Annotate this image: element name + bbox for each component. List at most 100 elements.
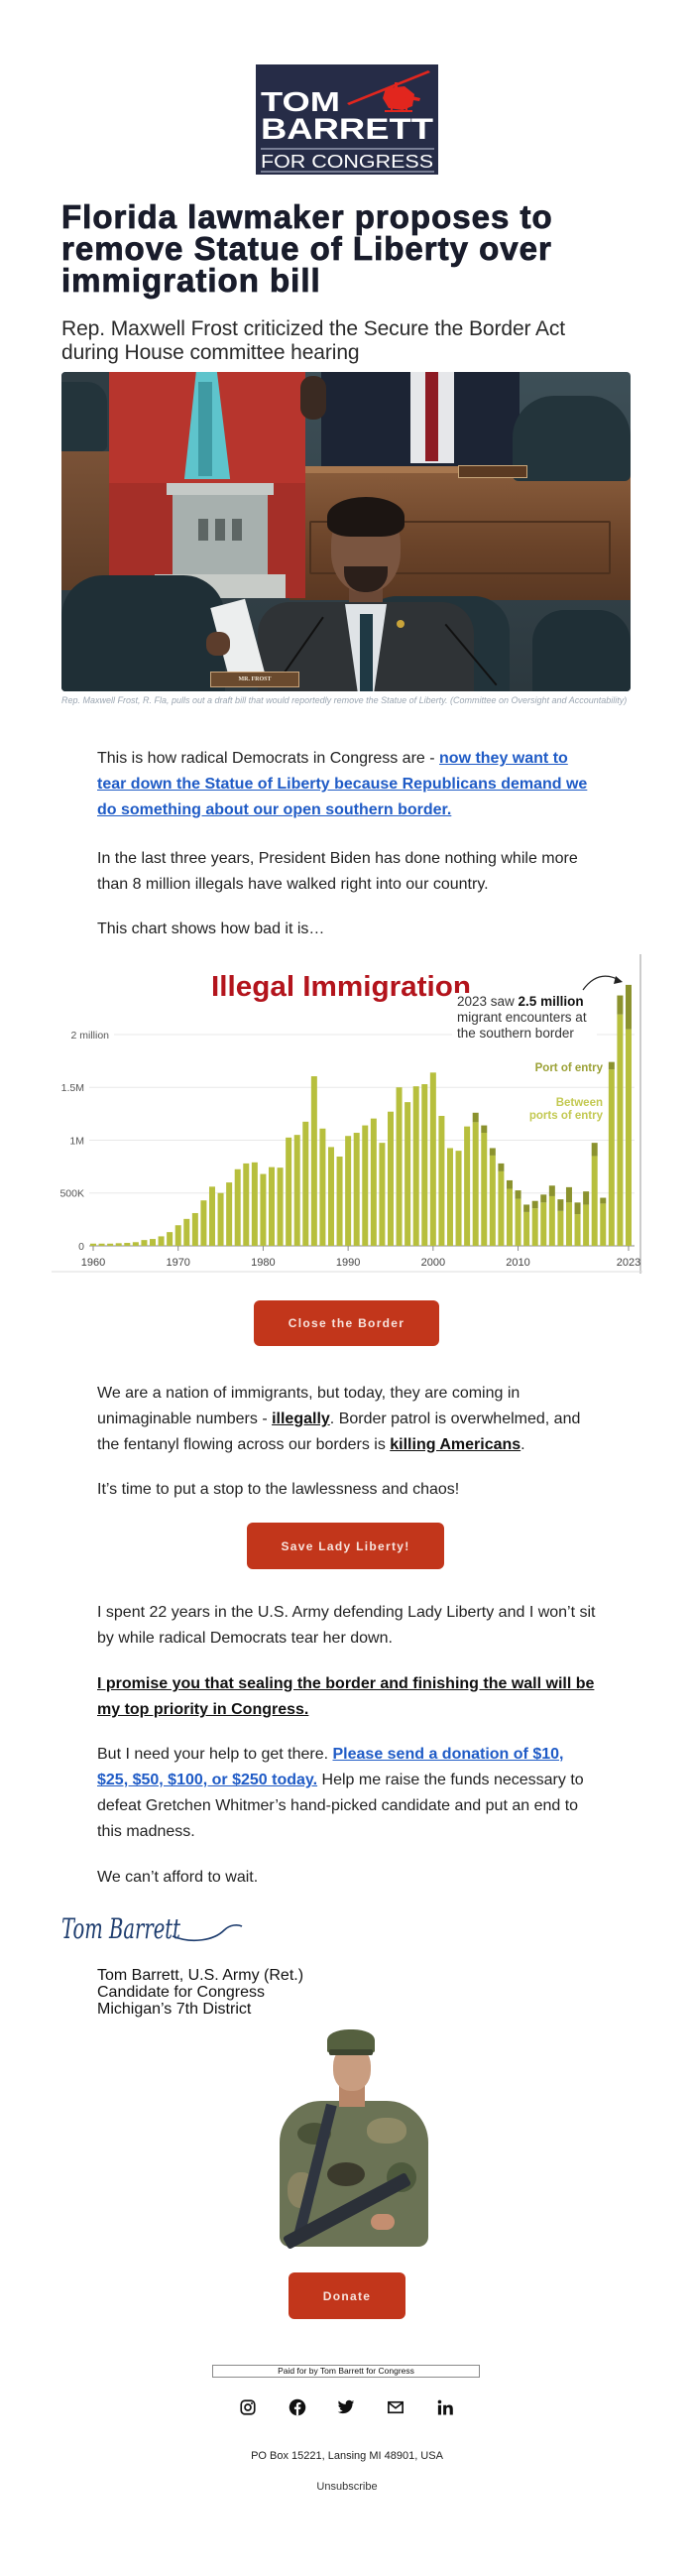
bar-segment-between-ports <box>600 1203 607 1246</box>
bar-1993 <box>370 1118 377 1246</box>
bar-2012 <box>531 1200 538 1246</box>
paid-for-disclaimer: Paid for by Tom Barrett for Congress <box>212 2365 480 2378</box>
bar-segment-between-ports <box>353 1133 360 1246</box>
bar-1999 <box>421 1084 428 1246</box>
twitter-link[interactable] <box>337 2398 355 2416</box>
camo-pattern <box>367 2118 406 2144</box>
bar-1994 <box>379 1143 386 1246</box>
bar-segment-port-of-entry <box>600 1197 607 1204</box>
bar-1998 <box>412 1086 419 1246</box>
paragraph-biden: In the last three years, President Biden… <box>97 850 578 893</box>
photo-chair-top-left <box>61 382 107 451</box>
bar-1969 <box>167 1232 174 1246</box>
bar-2003 <box>455 1151 462 1246</box>
bar-segment-between-ports <box>302 1121 309 1246</box>
bar-2014 <box>548 1185 555 1246</box>
bar-segment-between-ports <box>268 1166 275 1246</box>
signer-name: Tom Barrett, U.S. Army (Ret.) <box>97 1967 304 1984</box>
bar-segment-between-ports <box>540 1202 547 1246</box>
x-tick-label: 1990 <box>336 1257 360 1269</box>
bar-2009 <box>506 1179 513 1246</box>
photo-chair-top-right <box>513 396 631 481</box>
bar-1984 <box>293 1135 300 1246</box>
annotation-prefix: 2023 saw <box>457 994 519 1009</box>
bar-1976 <box>226 1182 233 1246</box>
bar-1991 <box>353 1133 360 1246</box>
y-tick-label: 500K <box>59 1188 84 1200</box>
camo-pattern <box>327 2162 365 2186</box>
paragraph-text: This is how radical Democrats in Congres… <box>97 750 440 767</box>
bar-segment-between-ports <box>489 1155 496 1246</box>
photo-hand-holding-poster <box>300 376 326 420</box>
bar-segment-port-of-entry <box>506 1179 513 1189</box>
bar-2015 <box>557 1199 564 1246</box>
bar-1978 <box>243 1163 250 1246</box>
instagram-link[interactable] <box>239 2398 257 2416</box>
bar-segment-between-ports <box>319 1128 326 1246</box>
facebook-link[interactable] <box>289 2398 306 2416</box>
photo-chair-right <box>532 610 631 691</box>
unsubscribe-row: Unsubscribe <box>0 2480 694 2494</box>
bar-segment-between-ports <box>362 1125 369 1246</box>
unsubscribe-link[interactable]: Unsubscribe <box>316 2481 377 2493</box>
bar-segment-between-ports <box>617 1014 624 1246</box>
bar-1996 <box>396 1087 403 1246</box>
bar-1986 <box>310 1076 317 1246</box>
bar-2006 <box>481 1125 488 1246</box>
bar-2013 <box>540 1194 547 1246</box>
photo-pedestal-window <box>198 519 208 541</box>
bar-2017 <box>574 1202 581 1246</box>
bar-segment-port-of-entry <box>515 1190 521 1199</box>
save-lady-liberty-button[interactable]: Save Lady Liberty! <box>247 1523 444 1569</box>
paragraph-chart-intro: This chart shows how bad it is… <box>97 920 325 937</box>
campaign-logo[interactable]: TOM BARRETT FOR CONGRESS <box>256 64 438 175</box>
bar-segment-between-ports <box>345 1136 352 1246</box>
bar-segment-between-ports <box>90 1243 96 1246</box>
photo-wood-panel-left <box>61 451 111 590</box>
bar-segment-between-ports <box>583 1204 590 1246</box>
bar-segment-between-ports <box>98 1243 105 1246</box>
bar-1981 <box>268 1166 275 1246</box>
bar-2005 <box>472 1112 479 1246</box>
y-tick-label: 1.5M <box>61 1082 84 1094</box>
logo-line-for-congress: FOR CONGRESS <box>261 152 433 172</box>
bar-segment-between-ports <box>446 1148 453 1246</box>
handwritten-signature: Tom Barrett <box>61 1912 243 1945</box>
y-tick-label: 0 <box>78 1241 84 1253</box>
bar-2011 <box>523 1204 530 1246</box>
bar-segment-between-ports <box>149 1239 156 1246</box>
bar-segment-between-ports <box>174 1225 181 1246</box>
bar-segment-port-of-entry <box>608 1061 615 1070</box>
bar-segment-between-ports <box>277 1167 284 1246</box>
bar-segment-between-ports <box>183 1218 190 1246</box>
soldier-hand <box>371 2214 395 2230</box>
bar-1971 <box>183 1218 190 1246</box>
paragraph-army: I spent 22 years in the U.S. Army defend… <box>97 1604 596 1647</box>
y-tick-label: 2 million <box>70 1030 109 1042</box>
bar-1980 <box>260 1173 267 1246</box>
email-link[interactable] <box>387 2398 405 2416</box>
bar-segment-between-ports <box>226 1182 233 1246</box>
bar-segment-between-ports <box>107 1243 114 1246</box>
bar-segment-between-ports <box>124 1243 131 1246</box>
bar-segment-between-ports <box>523 1211 530 1246</box>
paragraph-text: But I need your help to get there. <box>97 1746 333 1763</box>
bar-2021 <box>608 1061 615 1246</box>
bar-segment-port-of-entry <box>565 1186 572 1203</box>
x-tick-label: 2010 <box>506 1257 529 1269</box>
bar-2023 <box>625 984 632 1246</box>
bar-segment-port-of-entry <box>617 995 624 1015</box>
photo-chair-left <box>61 575 225 691</box>
x-tick-label: 1960 <box>81 1257 105 1269</box>
bar-1968 <box>158 1236 165 1246</box>
donate-button[interactable]: Donate <box>289 2272 405 2319</box>
bar-segment-between-ports <box>515 1198 521 1246</box>
bar-segment-between-ports <box>455 1151 462 1246</box>
bar-segment-port-of-entry <box>625 984 632 1030</box>
photo-caption: Rep. Maxwell Frost, R. Fla, pulls out a … <box>61 695 628 705</box>
bar-segment-between-ports <box>379 1143 386 1246</box>
bar-2000 <box>429 1072 436 1246</box>
close-the-border-button[interactable]: Close the Border <box>254 1300 439 1346</box>
linkedin-link[interactable] <box>436 2398 454 2416</box>
logo-graphic: TOM BARRETT FOR CONGRESS <box>256 64 438 175</box>
